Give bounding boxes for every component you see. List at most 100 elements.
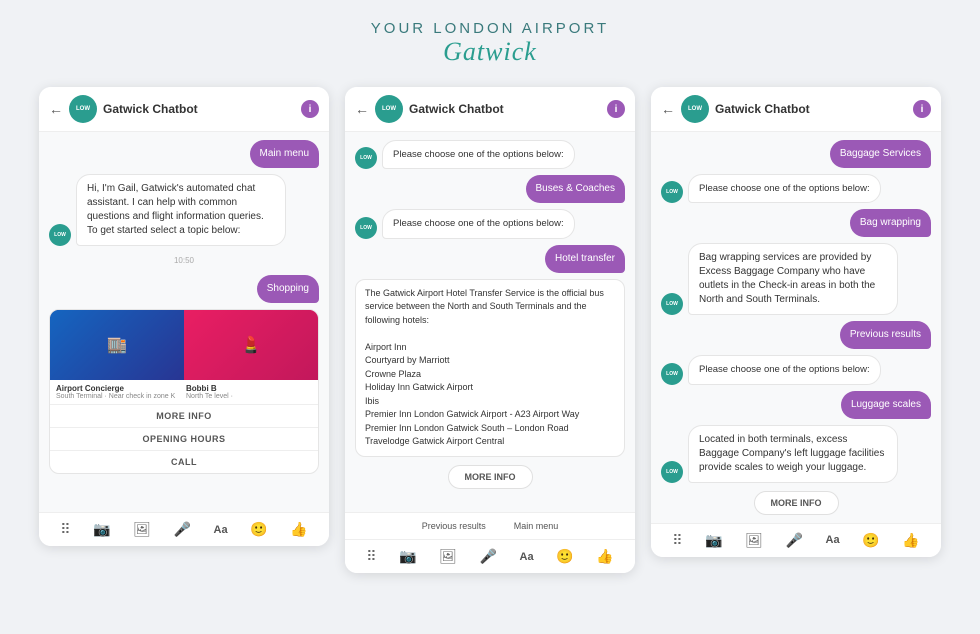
text-input[interactable]: Aa bbox=[826, 534, 840, 546]
footer-buttons: Previous results Main menu bbox=[345, 512, 635, 539]
header-title: YOUR LONDON AIRPORT bbox=[371, 20, 609, 37]
text-input[interactable]: Aa bbox=[214, 524, 228, 536]
bot-bubble: Please choose one of the options below: bbox=[382, 140, 575, 169]
phone-1: ← LOW Gatwick Chatbot i Main menu LOW Hi… bbox=[39, 87, 329, 546]
mic-icon[interactable]: 🎤 bbox=[786, 532, 803, 549]
user-bubble: Luggage scales bbox=[841, 391, 931, 419]
avatar: LOW bbox=[681, 95, 709, 123]
bot-avatar: LOW bbox=[661, 293, 683, 315]
hotel-info: The Gatwick Airport Hotel Transfer Servi… bbox=[355, 279, 625, 457]
bot-avatar: LOW bbox=[355, 217, 377, 239]
user-bubble: Hotel transfer bbox=[545, 245, 625, 273]
phone-1-header: ← LOW Gatwick Chatbot i bbox=[39, 87, 329, 132]
card-name-1: Airport Concierge bbox=[56, 384, 182, 393]
avatar-label: LOW bbox=[688, 106, 702, 112]
card-sub-2: North Te level · bbox=[186, 393, 312, 400]
phone-3-chat: Baggage Services LOW Please choose one o… bbox=[651, 132, 941, 523]
more-info-button[interactable]: MORE INFO bbox=[754, 491, 839, 515]
user-bubble: Buses & Coaches bbox=[526, 175, 626, 203]
bot-bubble: Please choose one of the options below: bbox=[382, 209, 575, 238]
user-bubble: Baggage Services bbox=[830, 140, 931, 168]
message-row: Bag wrapping bbox=[661, 209, 931, 237]
bot-bubble: Please choose one of the options below: bbox=[688, 174, 881, 203]
user-bubble: Main menu bbox=[250, 140, 319, 168]
bot-bubble: Please choose one of the options below: bbox=[688, 355, 881, 384]
timestamp: 10:50 bbox=[49, 256, 319, 265]
mic-icon[interactable]: 🎤 bbox=[174, 521, 191, 538]
phone-3: ← LOW Gatwick Chatbot i Baggage Services… bbox=[651, 87, 941, 557]
user-bubble: Bag wrapping bbox=[850, 209, 931, 237]
card-img-left: 🏬 bbox=[50, 310, 184, 380]
like-icon[interactable]: 👍 bbox=[902, 532, 919, 549]
bot-avatar: LOW bbox=[49, 224, 71, 246]
message-row: Main menu bbox=[49, 140, 319, 168]
grid-icon[interactable]: ⠿ bbox=[60, 521, 70, 538]
avatar-label: LOW bbox=[76, 106, 90, 112]
phone-2: ← LOW Gatwick Chatbot i LOW Please choos… bbox=[345, 87, 635, 573]
message-row: LOW Please choose one of the options bel… bbox=[661, 174, 931, 203]
message-row: LOW Please choose one of the options bel… bbox=[355, 140, 625, 169]
camera-icon[interactable]: 📷 bbox=[705, 532, 722, 549]
message-row: Buses & Coaches bbox=[355, 175, 625, 203]
back-button[interactable]: ← bbox=[661, 101, 675, 117]
phone-2-header: ← LOW Gatwick Chatbot i bbox=[345, 87, 635, 132]
message-row: LOW Hi, I'm Gail, Gatwick's automated ch… bbox=[49, 174, 319, 246]
card-img-right: 💄 bbox=[184, 310, 318, 380]
more-info-button[interactable]: MORE INFO bbox=[50, 405, 318, 428]
like-icon[interactable]: 👍 bbox=[290, 521, 307, 538]
card-sub-1: South Terminal · Near check in zone K bbox=[56, 393, 182, 400]
grid-icon[interactable]: ⠿ bbox=[366, 548, 376, 565]
call-button[interactable]: CALL bbox=[50, 451, 318, 473]
image-icon[interactable]: 🖼 bbox=[133, 521, 151, 538]
image-icon[interactable]: 🖼 bbox=[745, 532, 763, 549]
message-row: Hotel transfer bbox=[355, 245, 625, 273]
card-titles: Airport Concierge South Terminal · Near … bbox=[50, 380, 318, 404]
more-info-button[interactable]: MORE INFO bbox=[448, 465, 533, 489]
info-icon[interactable]: i bbox=[913, 100, 931, 118]
text-input[interactable]: Aa bbox=[520, 551, 534, 563]
message-row: LOW Bag wrapping services are provided b… bbox=[661, 243, 931, 315]
shopping-card: 🏬 💄 Airport Concierge South Terminal · N… bbox=[49, 309, 319, 474]
back-button[interactable]: ← bbox=[355, 101, 369, 117]
bot-avatar: LOW bbox=[661, 363, 683, 385]
back-button[interactable]: ← bbox=[49, 101, 63, 117]
info-icon[interactable]: i bbox=[301, 100, 319, 118]
like-icon[interactable]: 👍 bbox=[596, 548, 613, 565]
message-row: Previous results bbox=[661, 321, 931, 349]
card-actions: MORE INFO OPENING HOURS CALL bbox=[50, 404, 318, 473]
card-title-2: Bobbi B North Te level · bbox=[186, 384, 312, 400]
message-row: Luggage scales bbox=[661, 391, 931, 419]
bot-avatar: LOW bbox=[661, 461, 683, 483]
image-icon[interactable]: 🖼 bbox=[439, 548, 457, 565]
grid-icon[interactable]: ⠿ bbox=[672, 532, 682, 549]
chatbot-title: Gatwick Chatbot bbox=[409, 102, 601, 116]
phone-1-bottom-nav: ⠿ 📷 🖼 🎤 Aa 🙂 👍 bbox=[39, 512, 329, 546]
info-icon[interactable]: i bbox=[607, 100, 625, 118]
bot-bubble: Bag wrapping services are provided by Ex… bbox=[688, 243, 898, 315]
chatbot-title: Gatwick Chatbot bbox=[103, 102, 295, 116]
chatbot-title: Gatwick Chatbot bbox=[715, 102, 907, 116]
page-header: YOUR LONDON AIRPORT Gatwick bbox=[371, 20, 609, 67]
card-name-2: Bobbi B bbox=[186, 384, 312, 393]
mic-icon[interactable]: 🎤 bbox=[480, 548, 497, 565]
phone-3-header: ← LOW Gatwick Chatbot i bbox=[651, 87, 941, 132]
avatar-label: LOW bbox=[382, 106, 396, 112]
message-row: Baggage Services bbox=[661, 140, 931, 168]
message-row: LOW Located in both terminals, excess Ba… bbox=[661, 425, 931, 483]
opening-hours-button[interactable]: OPENING HOURS bbox=[50, 428, 318, 451]
camera-icon[interactable]: 📷 bbox=[399, 548, 416, 565]
message-row: LOW Please choose one of the options bel… bbox=[661, 355, 931, 384]
main-menu-button[interactable]: Main menu bbox=[510, 519, 563, 533]
bot-avatar: LOW bbox=[355, 147, 377, 169]
emoji-icon[interactable]: 🙂 bbox=[556, 548, 573, 565]
bot-bubble: Located in both terminals, excess Baggag… bbox=[688, 425, 898, 483]
phone-2-bottom-nav: ⠿ 📷 🖼 🎤 Aa 🙂 👍 bbox=[345, 539, 635, 573]
emoji-icon[interactable]: 🙂 bbox=[862, 532, 879, 549]
message-row: Shopping bbox=[49, 275, 319, 303]
phones-container: ← LOW Gatwick Chatbot i Main menu LOW Hi… bbox=[39, 87, 941, 573]
camera-icon[interactable]: 📷 bbox=[93, 521, 110, 538]
previous-results-button[interactable]: Previous results bbox=[418, 519, 490, 533]
emoji-icon[interactable]: 🙂 bbox=[250, 521, 267, 538]
message-row: LOW Please choose one of the options bel… bbox=[355, 209, 625, 238]
card-image: 🏬 💄 bbox=[50, 310, 318, 380]
